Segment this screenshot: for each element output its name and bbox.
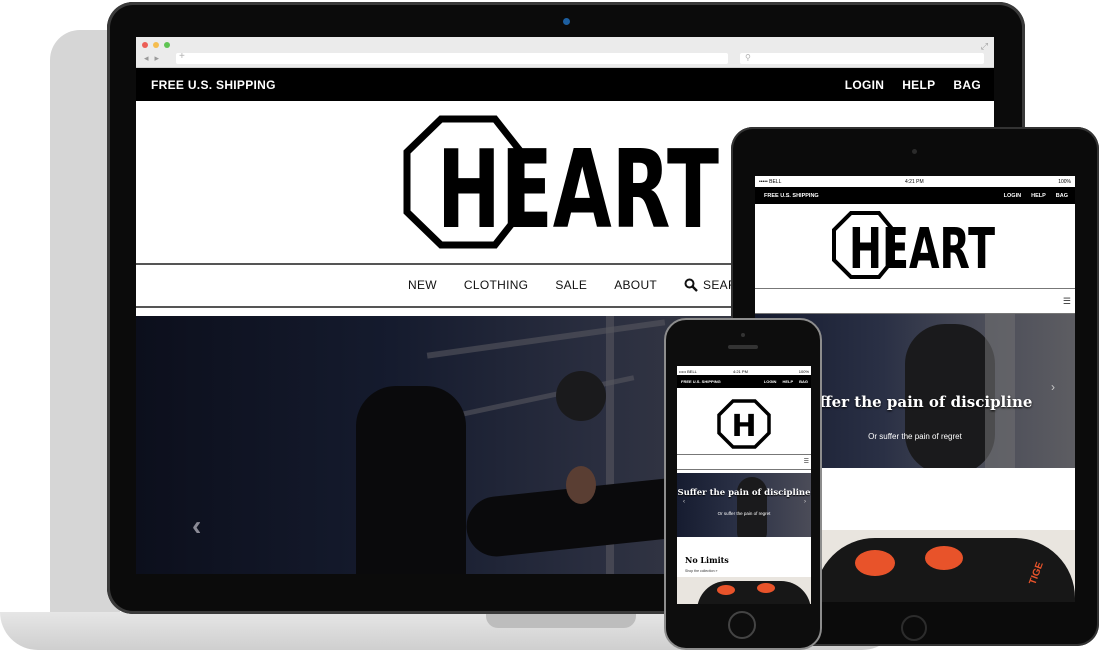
nav-clothing[interactable]: CLOTHING (464, 278, 528, 292)
zoom-window-button[interactable] (164, 42, 170, 48)
close-window-button[interactable] (142, 42, 148, 48)
help-link[interactable]: HELP (782, 379, 793, 384)
phone-product-image[interactable] (677, 577, 811, 604)
phone-home-button[interactable] (728, 611, 756, 639)
logo-text: HEART (437, 128, 719, 249)
heart-logo[interactable]: HEART (403, 115, 725, 249)
tablet-site-topbar: FREE U.S. SHIPPING LOGIN HELP BAG (755, 187, 1075, 204)
phone-logo-area: H (677, 388, 811, 454)
laptop-notch (486, 612, 636, 628)
battery-label: 100% (1058, 179, 1071, 185)
phone-screen: ••••• BELL 4:21 PM 100% FREE U.S. SHIPPI… (677, 366, 811, 604)
shop-collection-link[interactable]: Shop the collection » (685, 569, 718, 573)
phone-section: No Limits Shop the collection » (677, 537, 811, 577)
tablet-camera (912, 149, 917, 154)
battery-label: 100% (798, 369, 809, 374)
free-shipping-link[interactable]: FREE U.S. SHIPPING (151, 78, 276, 92)
section-heading: No Limits (685, 555, 729, 565)
account-links: LOGIN HELP BAG (845, 78, 981, 92)
phone-speaker (728, 345, 758, 349)
hamburger-menu-icon[interactable]: ☰ (804, 458, 809, 465)
search-icon (684, 278, 698, 292)
heart-logo[interactable]: HEART (831, 210, 1001, 280)
clock-label: 4:21 PM (905, 179, 924, 185)
nav-about[interactable]: ABOUT (614, 278, 657, 292)
hero-prev-arrow[interactable]: ‹ (192, 510, 201, 542)
phone-site-topbar: FREE U.S. SHIPPING LOGIN HELP BAG (677, 375, 811, 388)
bag-link[interactable]: BAG (799, 379, 808, 384)
new-tab-icon[interactable]: + (179, 51, 185, 62)
help-link[interactable]: HELP (1031, 193, 1046, 199)
phone-status-bar: ••••• BELL 4:21 PM 100% (677, 366, 811, 375)
hero-prev-arrow[interactable]: ‹ (683, 499, 685, 505)
minimize-window-button[interactable] (153, 42, 159, 48)
tablet-home-button[interactable] (901, 615, 927, 641)
browser-chrome: ◂▸ + ⚲ ⤢ (136, 37, 994, 68)
address-bar[interactable]: + (176, 51, 728, 64)
back-forward-icon[interactable]: ◂▸ (144, 53, 165, 64)
fullscreen-icon[interactable]: ⤢ (981, 41, 988, 52)
login-link[interactable]: LOGIN (845, 78, 885, 92)
carrier-label: ••••• BELL (759, 179, 782, 185)
free-shipping-link[interactable]: FREE U.S. SHIPPING (681, 379, 721, 384)
tablet-menu-row: ☰ (755, 289, 1075, 313)
logo-letter: H (731, 409, 756, 444)
nav-divider-bottom (677, 469, 811, 470)
hero-next-arrow[interactable]: › (804, 499, 806, 505)
bag-link[interactable]: BAG (953, 78, 981, 92)
search-icon: ⚲ (745, 53, 751, 62)
phone-hero: Suffer the pain of discipline Or suffer … (677, 473, 811, 537)
free-shipping-link[interactable]: FREE U.S. SHIPPING (764, 193, 819, 199)
login-link[interactable]: LOGIN (764, 379, 777, 384)
clock-label: 4:21 PM (733, 369, 748, 374)
logo-text: HEART (849, 217, 995, 280)
heart-logo-mark[interactable]: H (717, 399, 771, 449)
tablet-logo-area: HEART (755, 204, 1075, 288)
laptop-camera (563, 18, 570, 25)
hero-next-arrow[interactable]: › (1051, 380, 1055, 394)
hero-subtitle: Or suffer the pain of regret (717, 511, 771, 516)
hamburger-menu-icon[interactable]: ☰ (1063, 296, 1071, 307)
phone-menu-row: ☰ (677, 455, 811, 469)
bag-link[interactable]: BAG (1056, 193, 1068, 199)
help-link[interactable]: HELP (902, 78, 935, 92)
browser-search-field[interactable]: ⚲ (740, 53, 984, 64)
nav-new[interactable]: NEW (408, 278, 437, 292)
tablet-status-bar: ••••• BELL 4:21 PM 100% (755, 176, 1075, 187)
hero-title: Suffer the pain of discipline (677, 488, 811, 498)
site-topbar: FREE U.S. SHIPPING LOGIN HELP BAG (136, 68, 994, 101)
phone-camera (741, 333, 745, 337)
nav-sale[interactable]: SALE (555, 278, 587, 292)
carrier-label: ••••• BELL (679, 369, 697, 374)
login-link[interactable]: LOGIN (1004, 193, 1021, 199)
